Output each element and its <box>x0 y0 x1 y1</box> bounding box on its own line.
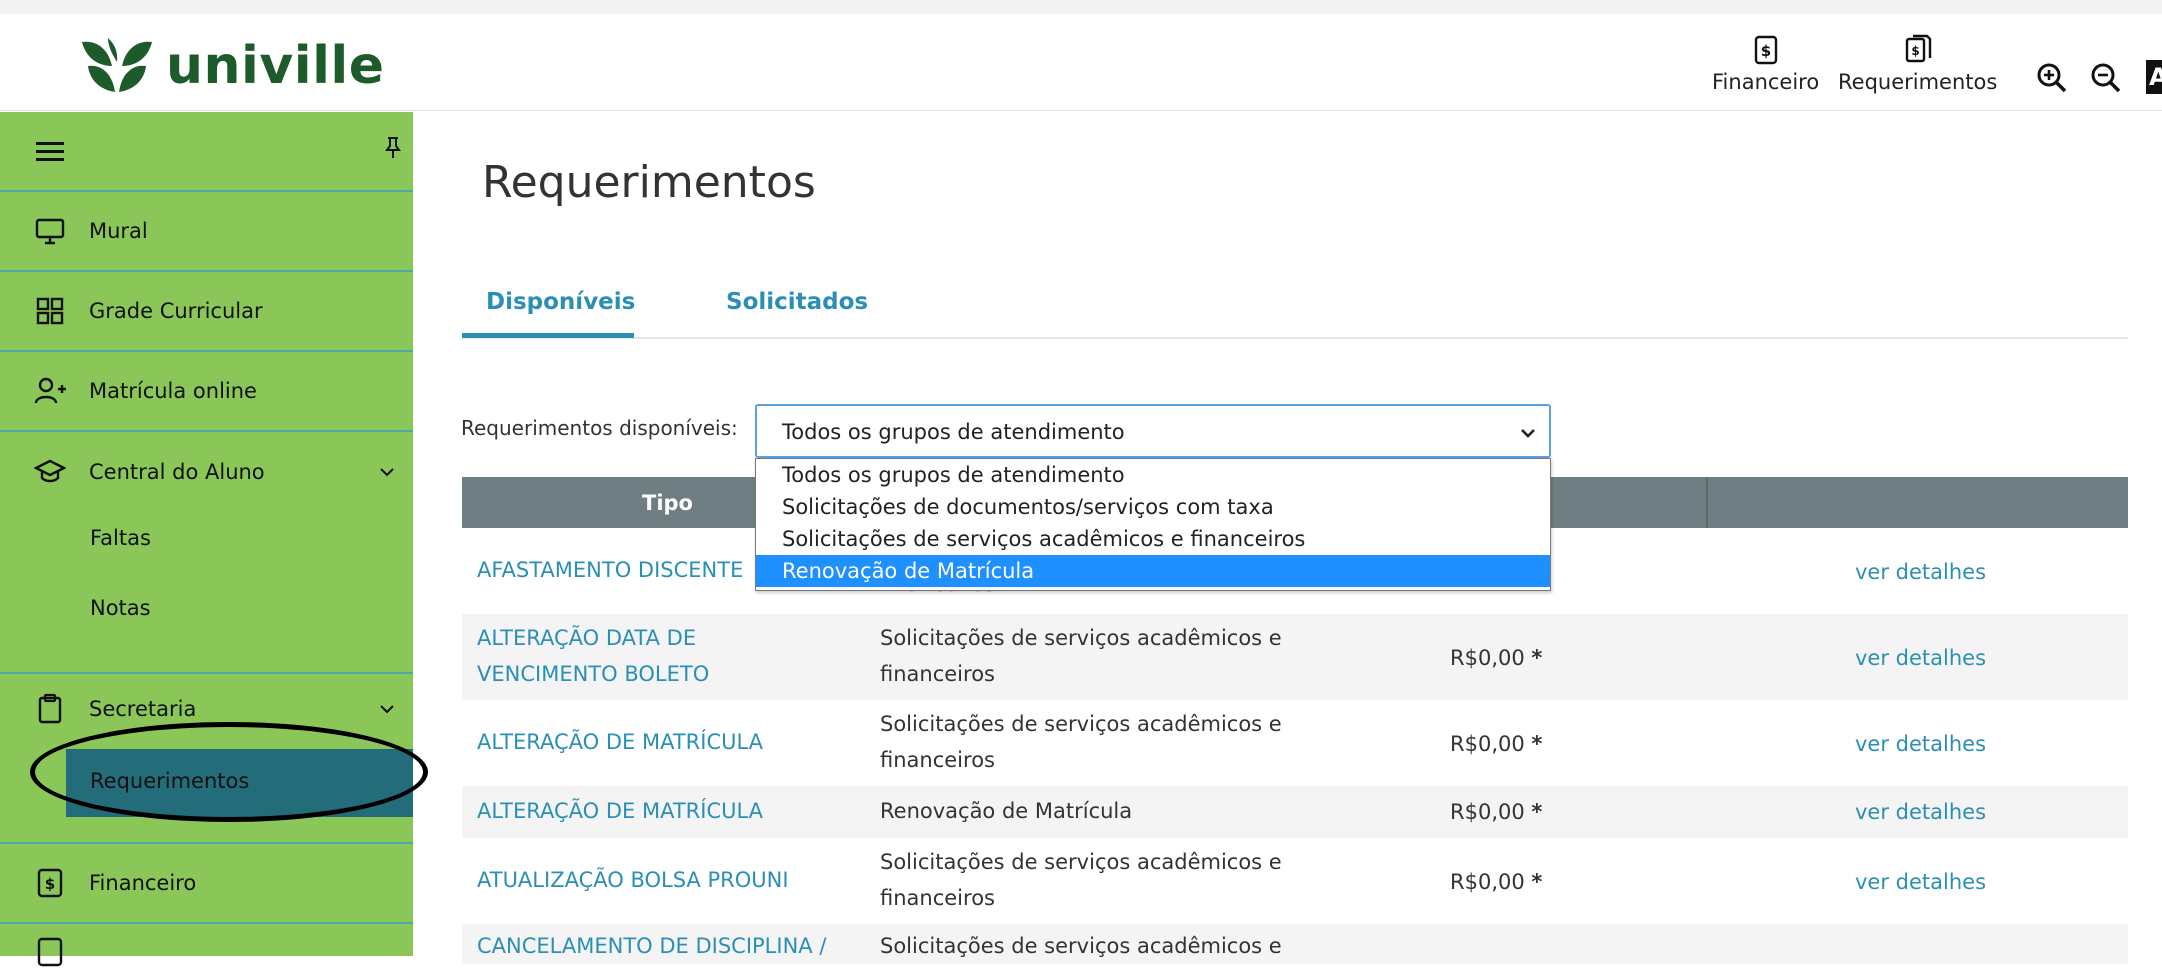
sidebar-item-notas[interactable]: Notas <box>90 596 151 620</box>
graduation-cap-icon <box>34 459 66 483</box>
univille-logo[interactable]: univille <box>78 36 385 96</box>
valor-mark: * <box>1531 732 1543 756</box>
sidebar-item-label: Central do Aluno <box>89 460 265 484</box>
sidebar-item-label: Requerimentos <box>90 769 250 793</box>
dollar-doc-icon: $ <box>37 868 63 898</box>
column-header-tipo: Tipo <box>642 491 693 515</box>
sidebar-item-financeiro[interactable]: $ Financeiro <box>0 844 413 924</box>
valor-mark: * <box>1531 870 1543 894</box>
sidebar-item-label: Matrícula online <box>89 379 257 403</box>
page-title: Requerimentos <box>482 157 816 208</box>
chevron-down-icon <box>380 705 394 714</box>
sidebar-item-matricula-online[interactable]: Matrícula online <box>0 352 413 432</box>
valor-text: R$0,00 <box>1450 870 1525 894</box>
valor-mark: * <box>1531 800 1543 824</box>
valor-mark: * <box>1531 646 1543 670</box>
svg-text:$: $ <box>45 875 55 893</box>
sidebar-item-requerimentos[interactable]: Requerimentos <box>66 749 413 817</box>
table-row: ALTERAÇÃO DE MATRÍCULA Renovação de Matr… <box>462 786 2128 838</box>
grid-icon <box>36 297 64 325</box>
filter-label: Requerimentos disponíveis: <box>461 416 738 440</box>
ver-detalhes-link[interactable]: ver detalhes <box>1855 800 1986 824</box>
sidebar-item-label: Secretaria <box>89 697 197 721</box>
ver-detalhes-link[interactable]: ver detalhes <box>1855 646 1986 670</box>
tab-bar: Disponíveis Solicitados <box>462 275 2128 339</box>
top-strip <box>0 0 2162 14</box>
table-row: ATUALIZAÇÃO BOLSA PROUNI Solicitações de… <box>462 838 2128 924</box>
cell-tipo[interactable]: ALTERAÇÃO DATA DE VENCIMENTO BOLETO <box>477 620 777 692</box>
sidebar: Mural Grade Curricular Matrícula online … <box>0 112 413 967</box>
ver-detalhes-link[interactable]: ver detalhes <box>1855 732 1986 756</box>
valor-text: R$0,00 <box>1450 732 1525 756</box>
cell-tipo[interactable]: ALTERAÇÃO DE MATRÍCULA <box>477 793 847 829</box>
monitor-icon <box>35 218 65 245</box>
pin-icon[interactable] <box>385 136 401 160</box>
tab-solicitados[interactable]: Solicitados <box>726 289 868 315</box>
sidebar-item-grade-curricular[interactable]: Grade Curricular <box>0 272 413 352</box>
cell-grupo: Solicitações de serviços acadêmicos e fi… <box>880 626 1282 686</box>
select-option[interactable]: Todos os grupos de atendimento <box>756 459 1550 491</box>
hamburger-icon[interactable] <box>36 140 64 164</box>
cell-valor: R$0,00 * <box>1450 646 1542 670</box>
zoom-out-icon[interactable] <box>2090 62 2122 94</box>
cell-grupo: Solicitações de serviços acadêmicos e <box>880 934 1282 958</box>
sidebar-item-secretaria[interactable]: Secretaria <box>0 674 413 744</box>
cell-grupo: Solicitações de serviços acadêmicos e fi… <box>880 712 1282 772</box>
table-row: ALTERAÇÃO DATA DE VENCIMENTO BOLETO Soli… <box>462 614 2128 700</box>
sidebar-toggle-row <box>0 112 413 192</box>
cell-valor: R$0,00 * <box>1450 800 1542 824</box>
sidebar-item-label: Mural <box>89 219 148 243</box>
header-financeiro-label: Financeiro <box>1712 70 1820 94</box>
sidebar-item-partial[interactable] <box>0 924 413 967</box>
dollar-doc-icon: $ <box>1754 35 1777 65</box>
zoom-in-icon[interactable] <box>2036 62 2068 94</box>
sidebar-item-label: Grade Curricular <box>89 299 263 323</box>
user-plus-icon <box>34 377 66 404</box>
header-requerimentos-label: Requerimentos <box>1838 70 1998 94</box>
sidebar-item-central-do-aluno[interactable]: Central do Aluno <box>0 432 413 512</box>
header-financeiro-button[interactable]: $ Financeiro <box>1712 34 1819 94</box>
document-icon <box>37 937 63 967</box>
chevron-down-icon <box>380 468 394 477</box>
brand-name: univille <box>166 36 385 96</box>
select-option[interactable]: Solicitações de serviços acadêmicos e fi… <box>756 523 1550 555</box>
active-tab-indicator <box>462 333 634 338</box>
chevron-down-icon <box>1521 429 1535 438</box>
table-row: CANCELAMENTO DE DISCIPLINA / Solicitaçõe… <box>462 924 2128 964</box>
accessibility-button[interactable]: A <box>2146 60 2162 94</box>
documents-icon: $ <box>1905 34 1931 63</box>
cell-tipo[interactable]: ATUALIZAÇÃO BOLSA PROUNI <box>477 862 847 898</box>
table-row: ALTERAÇÃO DE MATRÍCULA Solicitações de s… <box>462 700 2128 786</box>
sidebar-item-faltas[interactable]: Faltas <box>90 526 151 550</box>
cell-valor: R$0,00 * <box>1450 732 1542 756</box>
select-option-highlighted[interactable]: Renovação de Matrícula <box>756 555 1550 587</box>
leaf-logo-icon <box>82 38 152 92</box>
cell-grupo: Solicitações de serviços acadêmicos e fi… <box>880 850 1282 910</box>
valor-text: R$0,00 <box>1450 800 1525 824</box>
column-separator <box>1706 477 1708 528</box>
cell-valor: R$0,00 * <box>1450 870 1542 894</box>
sidebar-item-mural[interactable]: Mural <box>0 192 413 272</box>
clipboard-icon <box>38 693 62 724</box>
grupo-select-options: Todos os grupos de atendimento Solicitaç… <box>755 458 1551 591</box>
tab-disponiveis[interactable]: Disponíveis <box>486 289 635 315</box>
sidebar-item-label: Financeiro <box>89 871 197 895</box>
select-value: Todos os grupos de atendimento <box>782 420 1125 444</box>
grupo-select[interactable]: Todos os grupos de atendimento <box>755 404 1551 458</box>
svg-text:$: $ <box>1760 42 1770 60</box>
svg-text:$: $ <box>1911 44 1919 58</box>
select-option[interactable]: Solicitações de documentos/serviços com … <box>756 491 1550 523</box>
cell-tipo[interactable]: CANCELAMENTO DE DISCIPLINA / <box>477 928 847 964</box>
app-header: univille $ Financeiro $ Requerimentos A <box>0 14 2162 111</box>
cell-grupo: Renovação de Matrícula <box>880 799 1133 823</box>
valor-text: R$0,00 <box>1450 646 1525 670</box>
ver-detalhes-link[interactable]: ver detalhes <box>1855 870 1986 894</box>
ver-detalhes-link[interactable]: ver detalhes <box>1855 560 1986 584</box>
cell-tipo[interactable]: ALTERAÇÃO DE MATRÍCULA <box>477 724 847 760</box>
header-requerimentos-button[interactable]: $ Requerimentos <box>1838 34 1997 94</box>
